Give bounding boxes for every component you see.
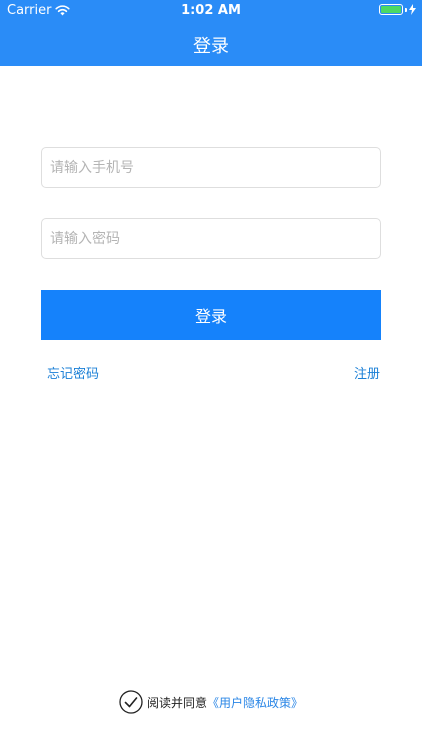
password-input[interactable] <box>41 218 381 259</box>
status-time: 1:02 AM <box>181 3 241 18</box>
privacy-policy-link[interactable]: 《用户隐私政策》 <box>207 694 303 711</box>
status-bar: Carrier 1:02 AM <box>0 0 422 22</box>
agreement-row: 阅读并同意 《用户隐私政策》 <box>0 690 422 714</box>
header: Carrier 1:02 AM 登录 <box>0 0 422 66</box>
page-title: 登录 <box>193 36 229 57</box>
phone-input[interactable] <box>41 147 381 188</box>
login-button[interactable]: 登录 <box>41 290 381 340</box>
battery-fill <box>381 6 401 13</box>
agreement-text: 阅读并同意 <box>146 695 207 710</box>
forgot-password-link[interactable]: 忘记密码 <box>47 363 99 382</box>
battery-icon <box>379 4 416 15</box>
battery-tip <box>405 7 407 12</box>
battery-body <box>379 4 403 15</box>
register-link[interactable]: 注册 <box>354 363 380 382</box>
checkmark-circle-icon[interactable] <box>119 690 143 714</box>
charging-bolt-icon <box>409 4 416 15</box>
